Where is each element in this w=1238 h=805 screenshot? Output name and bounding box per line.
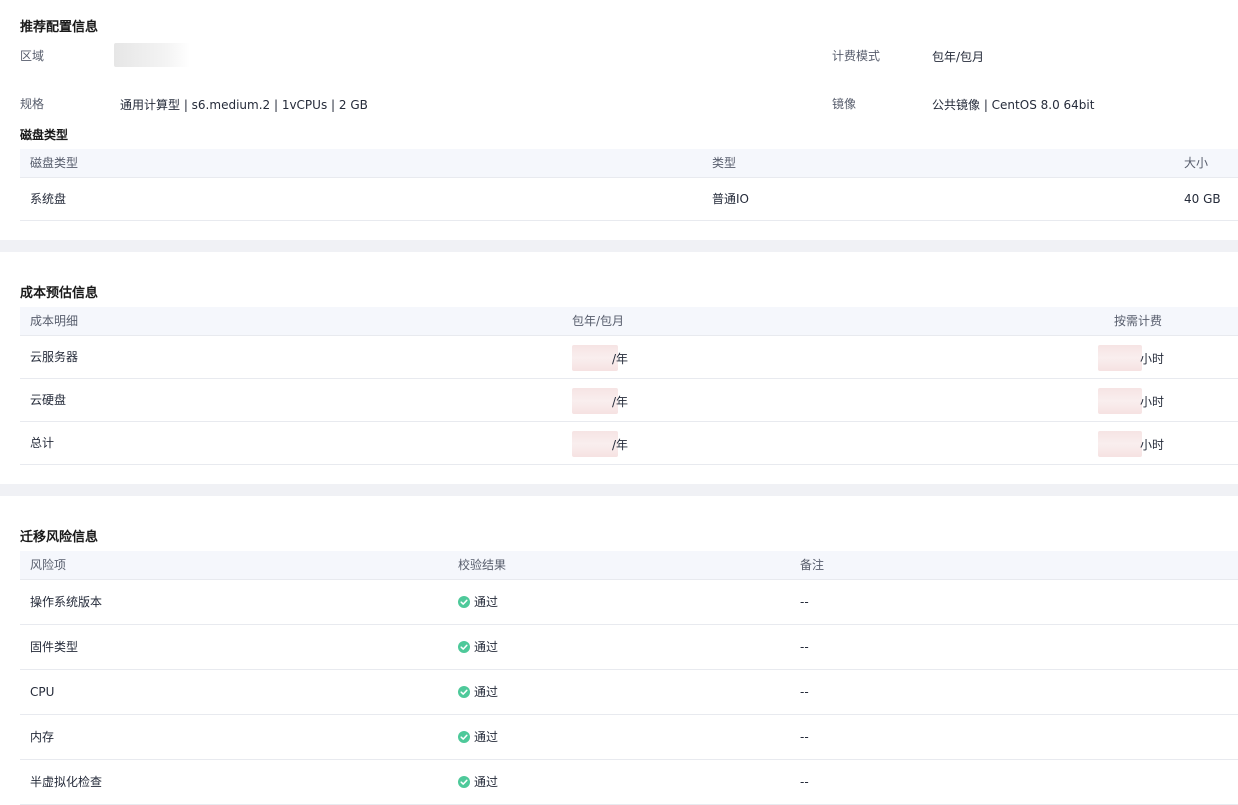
config-section: 推荐配置信息 区域 计费模式 包年/包月 规格 通用计算型 | s6.mediu…	[0, 0, 1238, 240]
cost-item: 总计	[20, 421, 562, 465]
ondemand-cost-cell: 小时	[1098, 421, 1238, 465]
yearly-cost-cell: /年	[562, 378, 1104, 422]
disk-table: 磁盘类型 类型 大小 系统盘 普通IO 40 GB	[20, 149, 1238, 221]
ondemand-cost-suffix: 小时	[1140, 437, 1165, 452]
ondemand-cost-redacted	[1098, 344, 1142, 371]
disk-size: 40 GB	[1174, 177, 1238, 221]
yearly-cost-suffix: /年	[612, 437, 629, 452]
table-row: 系统盘 普通IO 40 GB	[20, 177, 1238, 221]
column-header: 成本明细	[20, 307, 562, 336]
check-circle-icon	[458, 641, 470, 653]
ondemand-cost-cell: 小时	[1098, 335, 1238, 379]
risk-section: 迁移风险信息 风险项 校验结果 备注 操作系统版本 通过 -- 固件类型 通过 -- CPU…	[0, 496, 1238, 805]
disk-name: 系统盘	[20, 177, 702, 221]
table-row: 云服务器 /年 小时	[20, 335, 1238, 379]
risk-item: 操作系统版本	[20, 579, 448, 625]
image-value: 公共镜像 | CentOS 8.0 64bit	[932, 98, 1095, 112]
risk-result: 通过	[448, 759, 790, 805]
column-header: 包年/包月	[562, 307, 1104, 336]
risk-note: --	[790, 714, 1238, 760]
billing-value: 包年/包月	[932, 50, 985, 64]
section-separator	[0, 484, 1238, 496]
disk-subtitle: 磁盘类型	[20, 128, 69, 142]
table-row: 操作系统版本 通过 --	[20, 579, 1238, 625]
risk-table: 风险项 校验结果 备注 操作系统版本 通过 -- 固件类型 通过 -- CPU 通过 -- 内存通…	[20, 551, 1238, 805]
check-circle-icon	[458, 686, 470, 698]
cost-title: 成本预估信息	[20, 286, 99, 301]
table-row: 半虚拟化检查 通过 --	[20, 759, 1238, 805]
spec-label: 规格	[20, 97, 45, 111]
risk-note: --	[790, 579, 1238, 625]
billing-label: 计费模式	[832, 49, 881, 63]
table-row: 固件类型 通过 --	[20, 624, 1238, 670]
risk-note: --	[790, 624, 1238, 670]
region-label: 区域	[20, 49, 45, 63]
image-label: 镜像	[832, 97, 857, 111]
table-header-row: 风险项 校验结果 备注	[20, 551, 1238, 580]
risk-note: --	[790, 759, 1238, 805]
column-header: 大小	[1174, 149, 1238, 178]
cost-item: 云服务器	[20, 335, 562, 379]
ondemand-cost-redacted	[1098, 430, 1142, 457]
check-circle-icon	[458, 776, 470, 788]
risk-item: 半虚拟化检查	[20, 759, 448, 805]
column-header: 磁盘类型	[20, 149, 702, 178]
column-header: 校验结果	[448, 551, 790, 580]
ondemand-cost-suffix: 小时	[1140, 394, 1165, 409]
risk-title: 迁移风险信息	[20, 530, 99, 545]
ondemand-cost-cell: 小时	[1098, 378, 1238, 422]
ondemand-cost-redacted	[1098, 387, 1142, 414]
yearly-cost-suffix: /年	[612, 351, 629, 366]
check-circle-icon	[458, 596, 470, 608]
risk-result: 通过	[448, 669, 790, 715]
column-header: 按需计费	[1104, 307, 1238, 336]
risk-item: 固件类型	[20, 624, 448, 670]
risk-result: 通过	[448, 579, 790, 625]
cost-table: 成本明细 包年/包月 按需计费 云服务器 /年 小时 云硬盘 /年 小时 总计 …	[20, 307, 1238, 465]
check-circle-icon	[458, 731, 470, 743]
yearly-cost-suffix: /年	[612, 394, 629, 409]
column-header: 备注	[790, 551, 1238, 580]
section-separator	[0, 240, 1238, 252]
risk-item: 内存	[20, 714, 448, 760]
cost-item: 云硬盘	[20, 378, 562, 422]
region-value-redacted	[114, 43, 190, 67]
risk-result-text: 通过	[474, 775, 499, 789]
risk-result-text: 通过	[474, 595, 499, 609]
table-row: 总计 /年 小时	[20, 421, 1238, 465]
risk-note: --	[790, 669, 1238, 715]
yearly-cost-cell: /年	[562, 421, 1104, 465]
risk-result-text: 通过	[474, 685, 499, 699]
column-header: 类型	[702, 149, 1174, 178]
risk-result-text: 通过	[474, 640, 499, 654]
risk-result: 通过	[448, 714, 790, 760]
table-row: CPU 通过 --	[20, 669, 1238, 715]
table-header-row: 磁盘类型 类型 大小	[20, 149, 1238, 178]
spec-value: 通用计算型 | s6.medium.2 | 1vCPUs | 2 GB	[120, 98, 368, 112]
ondemand-cost-suffix: 小时	[1140, 351, 1165, 366]
config-title: 推荐配置信息	[20, 20, 99, 35]
risk-item: CPU	[20, 669, 448, 715]
table-header-row: 成本明细 包年/包月 按需计费	[20, 307, 1238, 336]
risk-result-text: 通过	[474, 730, 499, 744]
yearly-cost-cell: /年	[562, 335, 1104, 379]
disk-type: 普通IO	[702, 177, 1174, 221]
cost-section: 成本预估信息 成本明细 包年/包月 按需计费 云服务器 /年 小时 云硬盘 /年…	[0, 252, 1238, 484]
table-row: 云硬盘 /年 小时	[20, 378, 1238, 422]
table-row: 内存 通过 --	[20, 714, 1238, 760]
column-header: 风险项	[20, 551, 448, 580]
risk-result: 通过	[448, 624, 790, 670]
